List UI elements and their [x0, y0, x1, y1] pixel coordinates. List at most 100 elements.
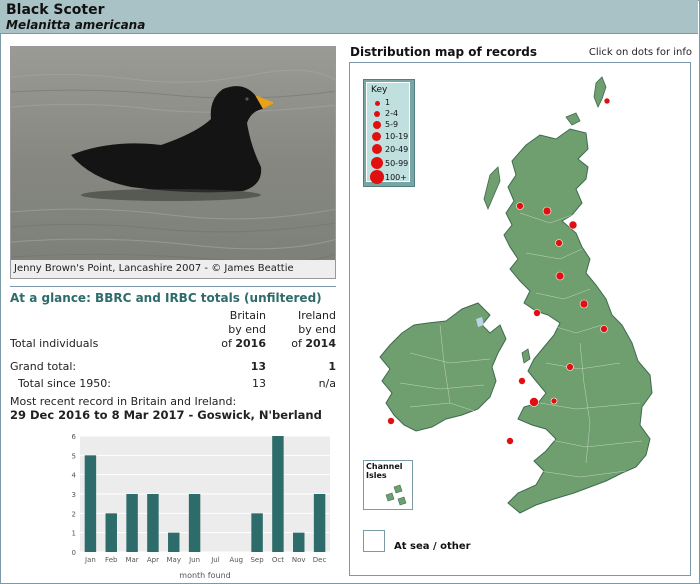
chart-y-tick-label: 0: [72, 549, 76, 557]
chart-x-tick-label: Jul: [210, 556, 220, 564]
chart-x-tick-label: Jan: [84, 556, 96, 564]
since-1950-ireland: n/a: [318, 377, 336, 390]
key-dot-7: [370, 170, 384, 184]
chart-x-tick-label: Jun: [188, 556, 200, 564]
map-record-dot[interactable]: [516, 202, 524, 210]
key-dot-6: [371, 157, 383, 169]
key-label-5: 20-49: [385, 145, 409, 154]
chart-y-tick-label: 1: [72, 530, 76, 538]
species-common-name: Black Scoter: [6, 2, 105, 18]
col-ireland-of: of: [291, 337, 302, 350]
photo-caption: Jenny Brown's Point, Lancashire 2007 - ©…: [11, 260, 335, 278]
map-record-dot[interactable]: [603, 97, 611, 105]
key-item: 20-49: [367, 144, 411, 157]
chart-x-tick-label: May: [167, 556, 181, 564]
grand-total-britain: 13: [250, 360, 266, 373]
monthly-records-chart: 0 1 2 3 4 5 6 Jan Feb Mar Apr May Jun Jul Aug Sep Oct No…: [72, 433, 330, 580]
col-britain-year: 2016: [235, 337, 266, 350]
bird-photo-image: [11, 47, 335, 278]
map-record-dot[interactable]: [555, 271, 565, 281]
ireland-landmass: [379, 302, 507, 432]
col-ireland-line1: Ireland: [297, 309, 336, 322]
chart-x-tick-label: Dec: [313, 556, 327, 564]
chart-x-tick-label: Sep: [250, 556, 264, 564]
channel-isles-map: [385, 484, 407, 506]
map-title: Distribution map of records: [350, 45, 538, 59]
map-record-dot[interactable]: [550, 397, 558, 405]
map-record-dot[interactable]: [518, 377, 526, 385]
glance-title: At a glance: BBRC and IRBC totals (unfil…: [10, 291, 322, 305]
grand-total-label: Grand total:: [10, 360, 77, 373]
col-britain-line1: Britain: [229, 309, 266, 322]
key-label-6: 50-99: [385, 159, 409, 168]
map-record-dot[interactable]: [568, 220, 578, 230]
hebrides-islands: [483, 166, 501, 211]
chart-x-tick-label: Aug: [229, 556, 243, 564]
chart-bar-may: [168, 532, 180, 552]
chart-y-tick-label: 2: [72, 510, 76, 518]
chart-x-tick-label: Apr: [147, 556, 159, 564]
key-label-1: 1: [385, 98, 391, 107]
key-item: 10-19: [367, 132, 411, 144]
map-key-title: Key: [371, 85, 388, 95]
map-key: Key 1 2-4 5-9 10-19 20-49 50-99 100+: [363, 79, 415, 187]
col-britain-of: of: [221, 337, 232, 350]
chart-x-axis-label: month found: [179, 571, 230, 580]
map-record-dot[interactable]: [506, 437, 514, 445]
at-sea-box[interactable]: [363, 530, 385, 552]
recent-record-label: Most recent record in Britain and Irelan…: [10, 395, 237, 408]
col-ireland-year: 2014: [305, 337, 336, 350]
since-1950-britain: 13: [252, 377, 266, 390]
at-sea-label: At sea / other: [394, 541, 471, 552]
chart-bar-feb: [105, 513, 117, 552]
key-dot-1: [375, 101, 380, 106]
chart-x-tick-label: Feb: [105, 556, 118, 564]
channel-isles-inset[interactable]: Channel Isles: [363, 460, 413, 510]
col-ireland-line2: by end: [298, 323, 336, 336]
grand-total-ireland: 1: [328, 360, 336, 373]
recent-record-value: 29 Dec 2016 to 8 Mar 2017 - Goswick, N'b…: [10, 408, 322, 422]
since-1950-label: Total since 1950:: [18, 377, 111, 390]
key-item: 5-9: [367, 120, 411, 132]
key-dot-4: [372, 132, 381, 141]
key-dot-3: [373, 121, 381, 129]
map-record-dot[interactable]: [566, 363, 574, 371]
col-britain-line2: by end: [228, 323, 266, 336]
chart-bar-apr: [147, 494, 159, 552]
chart-bar-oct: [272, 436, 284, 552]
map-key-panel: Key 1 2-4 5-9 10-19 20-49 50-99 100+: [366, 82, 411, 185]
chart-x-tick-label: Oct: [272, 556, 284, 564]
chart-y-tick-label: 6: [72, 433, 77, 441]
chart-y-tick-label: 4: [72, 472, 77, 480]
chart-x-tick-label: Mar: [125, 556, 138, 564]
total-individuals-label: Total individuals: [10, 337, 99, 350]
chart-x-tick-label: Nov: [292, 556, 306, 564]
map-record-dot[interactable]: [533, 309, 541, 317]
map-record-dot[interactable]: [600, 325, 608, 333]
species-header: Black Scoter Melanitta americana: [0, 0, 698, 34]
chart-bar-jun: [188, 494, 201, 552]
col-britain-line3: of 2016: [206, 337, 266, 350]
map-hint: Click on dots for info: [588, 47, 692, 58]
orkney-islands: [565, 112, 581, 126]
key-label-2: 2-4: [385, 109, 399, 118]
map-record-dot[interactable]: [555, 239, 563, 247]
key-item: 100+: [367, 170, 411, 185]
key-dot-2: [374, 111, 380, 117]
map-record-dot[interactable]: [542, 206, 552, 216]
key-label-4: 10-19: [385, 132, 409, 141]
key-label-3: 5-9: [385, 120, 399, 129]
chart-bar-dec: [313, 494, 326, 552]
key-label-7: 100+: [385, 173, 407, 182]
species-photo: Jenny Brown's Point, Lancashire 2007 - ©…: [10, 46, 336, 279]
chart-bar-mar: [126, 494, 138, 552]
key-dot-5: [372, 144, 382, 154]
map-record-dot[interactable]: [529, 397, 539, 407]
glance-divider: [10, 286, 336, 287]
map-record-dot[interactable]: [387, 417, 395, 425]
map-record-dot[interactable]: [579, 299, 589, 309]
chart-y-tick-label: 3: [72, 491, 76, 499]
isle-of-man: [521, 348, 531, 364]
great-britain-landmass: [503, 128, 653, 514]
col-ireland-line3: of 2014: [276, 337, 336, 350]
